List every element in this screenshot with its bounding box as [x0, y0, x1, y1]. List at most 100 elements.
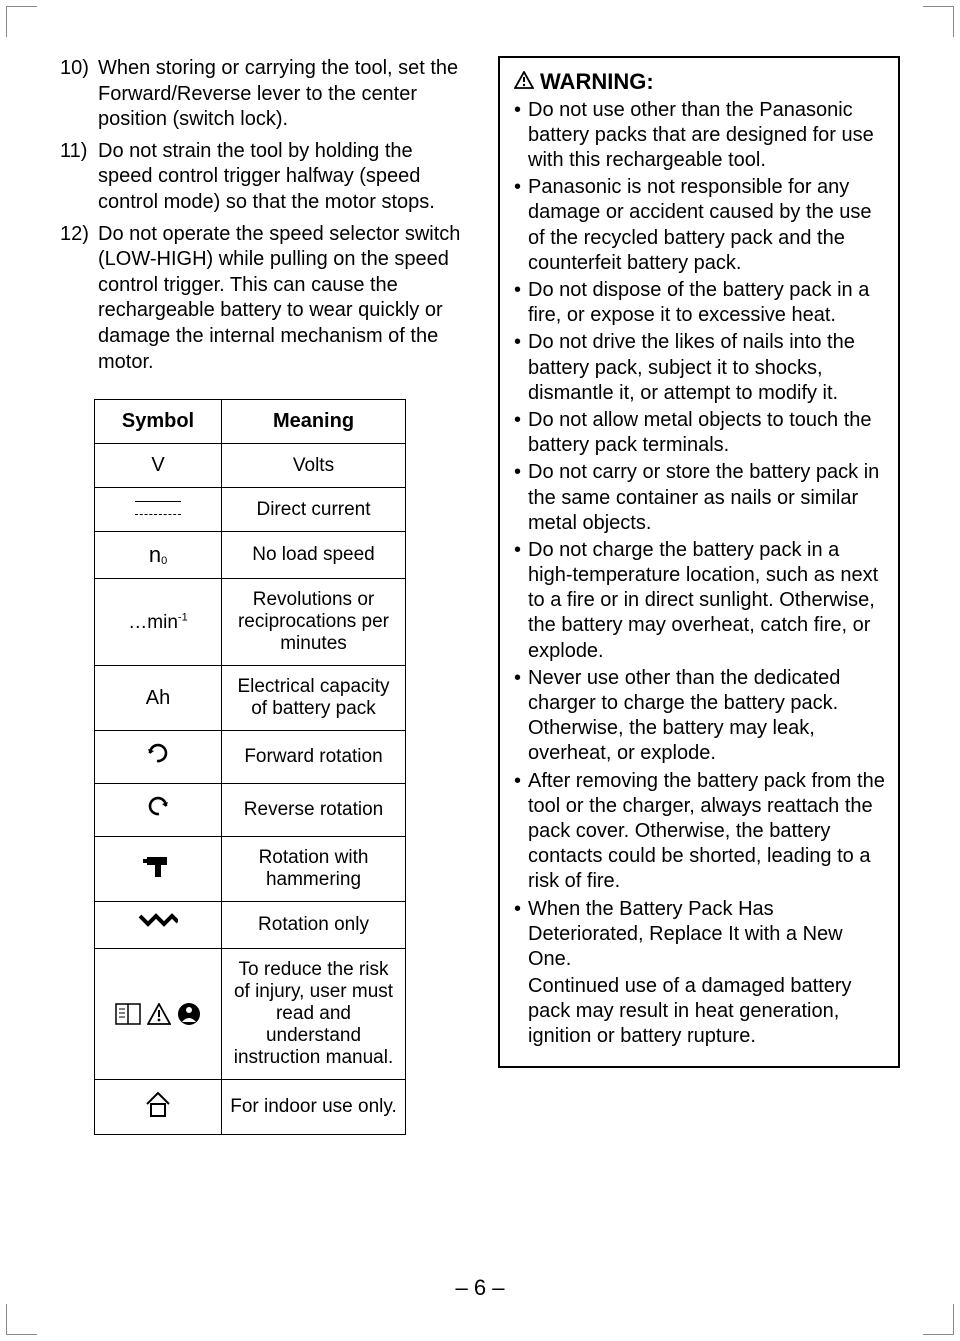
- bullet-icon: •: [514, 408, 528, 458]
- bullet-icon: •: [514, 330, 528, 406]
- bullet-text: Do not dispose of the battery pack in a …: [528, 278, 886, 328]
- table-row: For indoor use only.: [95, 1080, 406, 1135]
- bullet-text: Do not charge the battery pack in a high…: [528, 538, 886, 664]
- item-number: 10): [60, 56, 98, 133]
- crop-mark-bottom-left: [6, 1304, 37, 1335]
- symbol-cell: V: [95, 444, 222, 488]
- bullet-icon: •: [514, 460, 528, 536]
- symbol-cell: [95, 784, 222, 837]
- symbol-cell: [95, 1080, 222, 1135]
- list-item: •After removing the battery pack from th…: [514, 769, 886, 895]
- list-item: •Do not carry or store the battery pack …: [514, 460, 886, 536]
- warning-label: WARNING:: [540, 68, 654, 96]
- reverse-rotation-icon: [145, 794, 171, 826]
- bullet-icon: •: [514, 98, 528, 174]
- symbol-header: Symbol: [95, 400, 222, 444]
- symbol-cell: [95, 488, 222, 532]
- indoor-use-icon: [143, 1090, 173, 1124]
- list-item: •Do not charge the battery pack in a hig…: [514, 538, 886, 664]
- symbol-cell: [95, 902, 222, 949]
- book-icon: [115, 1003, 141, 1025]
- per-minute-icon: …min-1: [128, 612, 187, 633]
- right-column: WARNING: •Do not use other than the Pana…: [498, 56, 900, 1135]
- symbol-cell: Ah: [95, 666, 222, 731]
- crop-mark-bottom-right: [923, 1304, 954, 1335]
- meaning-cell: Forward rotation: [222, 731, 406, 784]
- no-load-speed-icon: n0: [149, 542, 167, 567]
- symbols-table: Symbol Meaning V Volts Direct current: [94, 399, 406, 1135]
- warning-title: WARNING:: [514, 68, 886, 96]
- warning-triangle-icon: [514, 68, 534, 96]
- table-row: Forward rotation: [95, 731, 406, 784]
- list-item: •Do not use other than the Panasonic bat…: [514, 98, 886, 174]
- meaning-cell: Rotation with hammering: [222, 837, 406, 902]
- warning-bullet-list: •Do not use other than the Panasonic bat…: [514, 98, 886, 972]
- bullet-icon: •: [514, 175, 528, 276]
- list-item: 11) Do not strain the tool by holding th…: [60, 139, 462, 216]
- bullet-icon: •: [514, 278, 528, 328]
- left-column: 10) When storing or carrying the tool, s…: [60, 56, 462, 1135]
- bullet-text: Do not drive the likes of nails into the…: [528, 330, 886, 406]
- table-row: Direct current: [95, 488, 406, 532]
- page-number: – 6 –: [0, 1275, 960, 1301]
- table-row: Rotation only: [95, 902, 406, 949]
- table-row: To reduce the risk of injury, user must …: [95, 949, 406, 1080]
- meaning-header: Meaning: [222, 400, 406, 444]
- numbered-list: 10) When storing or carrying the tool, s…: [60, 56, 462, 375]
- meaning-cell: For indoor use only.: [222, 1080, 406, 1135]
- list-item: •Panasonic is not responsible for any da…: [514, 175, 886, 276]
- symbol-cell: …min-1: [95, 579, 222, 666]
- bullet-icon: •: [514, 538, 528, 664]
- meaning-cell: To reduce the risk of injury, user must …: [222, 949, 406, 1080]
- list-item: •Do not drive the likes of nails into th…: [514, 330, 886, 406]
- bullet-icon: •: [514, 769, 528, 895]
- table-row: …min-1 Revolutions or reciprocations per…: [95, 579, 406, 666]
- meaning-cell: Rotation only: [222, 902, 406, 949]
- hammer-icon: [143, 853, 173, 885]
- item-text: Do not strain the tool by holding the sp…: [98, 139, 462, 216]
- list-item: •Never use other than the dedicated char…: [514, 666, 886, 767]
- item-text: When storing or carrying the tool, set t…: [98, 56, 462, 133]
- symbol-cell: n0: [95, 532, 222, 579]
- person-reading-icon: [177, 1002, 201, 1026]
- direct-current-icon: [135, 501, 181, 515]
- meaning-cell: Volts: [222, 444, 406, 488]
- meaning-cell: Reverse rotation: [222, 784, 406, 837]
- forward-rotation-icon: [145, 741, 171, 773]
- read-manual-icons: [103, 1002, 213, 1026]
- meaning-cell: Direct current: [222, 488, 406, 532]
- list-item: •Do not dispose of the battery pack in a…: [514, 278, 886, 328]
- warning-triangle-icon: [147, 1003, 171, 1025]
- table-row: Rotation with hammering: [95, 837, 406, 902]
- list-item: •When the Battery Pack Has Deteriorated,…: [514, 897, 886, 973]
- bullet-text: Do not allow metal objects to touch the …: [528, 408, 886, 458]
- bullet-icon: •: [514, 897, 528, 973]
- list-item: 10) When storing or carrying the tool, s…: [60, 56, 462, 133]
- manual-page: 10) When storing or carrying the tool, s…: [0, 0, 960, 1341]
- symbol-cell: [95, 837, 222, 902]
- table-header-row: Symbol Meaning: [95, 400, 406, 444]
- symbol-cell: [95, 731, 222, 784]
- item-number: 12): [60, 222, 98, 376]
- bullet-text: Do not carry or store the battery pack i…: [528, 460, 886, 536]
- meaning-cell: No load speed: [222, 532, 406, 579]
- bullet-text: Do not use other than the Panasonic batt…: [528, 98, 886, 174]
- meaning-cell: Revolutions or reciprocations per minute…: [222, 579, 406, 666]
- bullet-text: When the Battery Pack Has Deteriorated, …: [528, 897, 886, 973]
- bullet-text: After removing the battery pack from the…: [528, 769, 886, 895]
- item-number: 11): [60, 139, 98, 216]
- table-row: Reverse rotation: [95, 784, 406, 837]
- crop-mark-top-left: [6, 6, 37, 37]
- list-item: 12) Do not operate the speed selector sw…: [60, 222, 462, 376]
- crop-mark-top-right: [923, 6, 954, 37]
- meaning-cell: Electrical capacity of battery pack: [222, 666, 406, 731]
- bullet-text: Panasonic is not responsible for any dam…: [528, 175, 886, 276]
- warning-box: WARNING: •Do not use other than the Pana…: [498, 56, 900, 1068]
- table-row: n0 No load speed: [95, 532, 406, 579]
- item-text: Do not operate the speed selector switch…: [98, 222, 462, 376]
- symbol-cell: [95, 949, 222, 1080]
- bullet-icon: •: [514, 666, 528, 767]
- list-item: •Do not allow metal objects to touch the…: [514, 408, 886, 458]
- table-row: V Volts: [95, 444, 406, 488]
- table-row: Ah Electrical capacity of battery pack: [95, 666, 406, 731]
